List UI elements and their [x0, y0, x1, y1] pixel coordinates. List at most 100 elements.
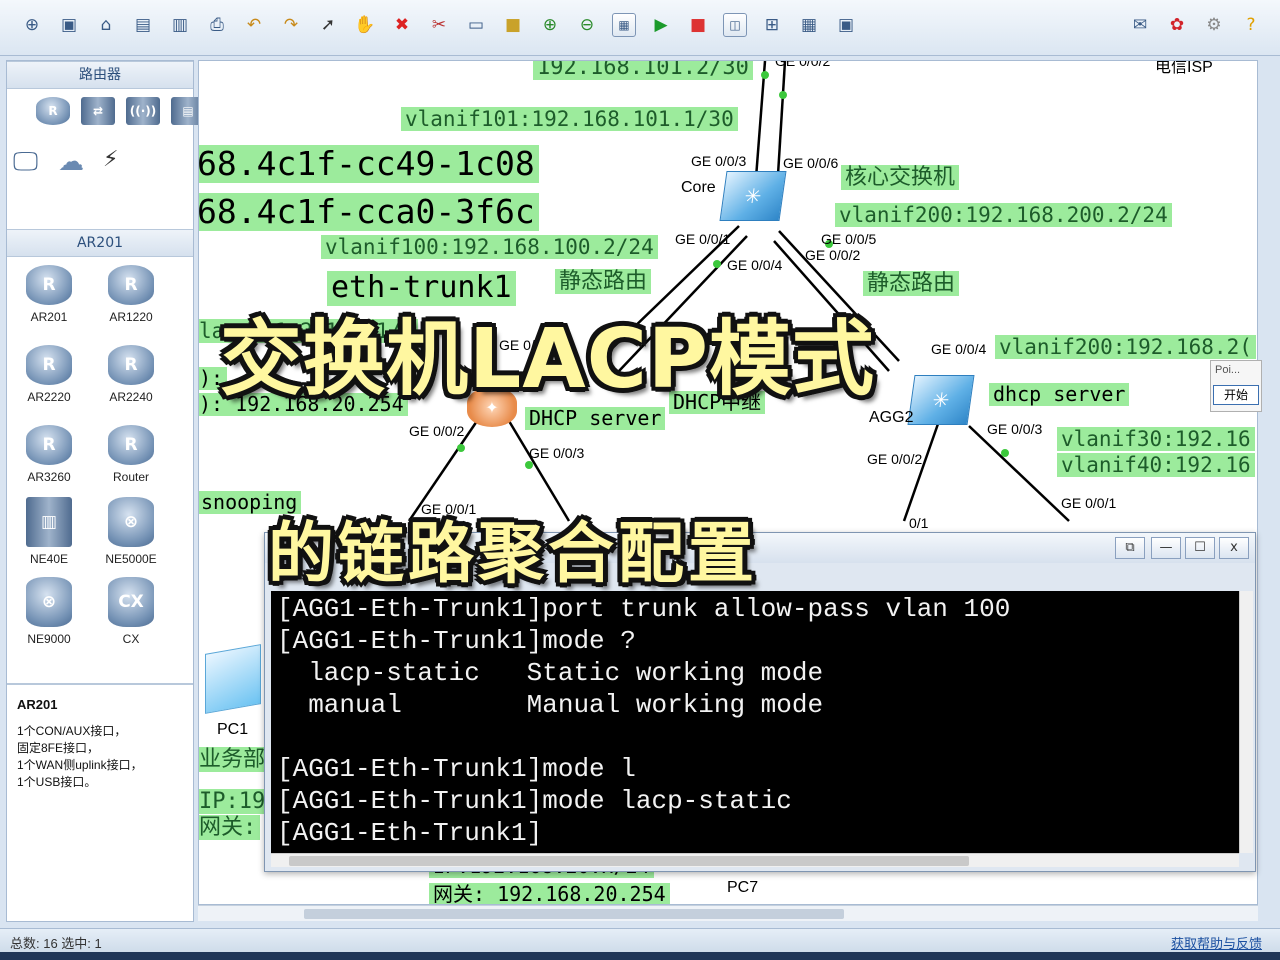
capture-icon[interactable]: ◫ — [723, 13, 747, 37]
device-ne9000[interactable]: ⊗ NE9000 — [9, 577, 89, 646]
redo-icon[interactable]: ↷ — [279, 13, 303, 37]
terminal-line: [AGG1-Eth-Trunk1]mode lacp-static — [277, 786, 792, 816]
device-ar3260[interactable]: R AR3260 — [9, 425, 89, 484]
description-line: 1个WAN侧uplink接口， — [17, 758, 143, 772]
maximize-button[interactable]: ☐ — [1185, 537, 1215, 559]
grid-icon[interactable]: ⊞ — [760, 13, 784, 37]
mac-label-1: 68.4c1f-cc49-1c08 — [199, 145, 539, 183]
huawei-logo-icon[interactable]: ✿ — [1165, 13, 1189, 37]
static-route-left: 静态路由 — [555, 269, 652, 295]
chassis-icon: ▥ — [26, 497, 72, 547]
device-label: AR2240 — [109, 390, 153, 404]
open-icon[interactable]: ⌂ — [94, 13, 118, 37]
help-icon[interactable]: ? — [1239, 13, 1263, 37]
pc-category-icon[interactable]: 🖵 — [13, 147, 49, 179]
wireless-category-icon[interactable]: ((·)) — [103, 97, 160, 129]
rectangle-icon[interactable]: ■ — [501, 13, 525, 37]
terminal-output[interactable]: [AGG1-Eth-Trunk1]port trunk allow-pass v… — [271, 591, 1239, 853]
description-line: 固定8FE接口， — [17, 741, 100, 755]
core-node-label: Core — [681, 179, 716, 196]
router-category-header[interactable]: 路由器 — [7, 61, 193, 89]
restore-window-button[interactable]: ⧉ — [1115, 537, 1145, 559]
zoom-in-icon[interactable]: ⊕ — [538, 13, 562, 37]
device-label: AR3260 — [27, 470, 71, 484]
router-icon: R — [108, 425, 154, 465]
terminal-line: [AGG1-Eth-Trunk1] — [277, 818, 543, 848]
new-icon[interactable]: ▣ — [57, 13, 81, 37]
device-label: AR2220 — [27, 390, 71, 404]
chat-icon[interactable]: ✉ — [1128, 13, 1152, 37]
poi-start-button[interactable]: 开始 — [1213, 385, 1259, 405]
zoom-out-icon[interactable]: ⊖ — [575, 13, 599, 37]
delete-icon[interactable]: ✖ — [390, 13, 414, 37]
device-router[interactable]: R Router — [91, 425, 171, 484]
pc7-node-label: PC7 — [727, 879, 759, 896]
select-icon[interactable]: ➚ — [316, 13, 340, 37]
terminal-line: [AGG1-Eth-Trunk1]mode l — [277, 754, 636, 784]
isp-node-label: 电信ISP — [1155, 60, 1213, 76]
pc1-device[interactable] — [205, 644, 261, 714]
vlanif200-core-label: vlanif200:192.168.200.2/24 — [835, 203, 1172, 228]
mac-label-2: 68.4c1f-cca0-3f6c — [199, 193, 539, 231]
print-icon[interactable]: ⎙ — [205, 13, 229, 37]
minimize-button[interactable]: — — [1151, 537, 1181, 559]
static-route-right: 静态路由 — [863, 271, 960, 297]
device-ar201[interactable]: R AR201 — [9, 265, 89, 324]
pan-hand-icon[interactable]: ✋ — [353, 13, 377, 37]
switch-category-icon[interactable]: ⇄ — [58, 97, 115, 129]
device-label: CX — [122, 632, 140, 646]
core-switch-device[interactable]: ✳ — [719, 171, 787, 221]
device-label: AR1220 — [109, 310, 153, 324]
poi-title: Poi... — [1215, 364, 1241, 376]
series-header[interactable]: AR201 — [7, 229, 193, 257]
agg2-node-label: AGG2 — [869, 409, 914, 426]
port-label: GE 0/0/3 — [987, 421, 1043, 437]
text-note-icon[interactable]: ▭ — [464, 13, 488, 37]
settings-gear-icon[interactable]: ⚙ — [1202, 13, 1226, 37]
undo-icon[interactable]: ↶ — [242, 13, 266, 37]
port-label: GE 0/0/2 — [775, 60, 831, 69]
vlanif101-label: vlanif101:192.168.101.1/30 — [401, 107, 738, 132]
save-icon[interactable]: ▤ — [131, 13, 155, 37]
save-as-icon[interactable]: ▥ — [168, 13, 192, 37]
delete-link-icon[interactable]: ✂ — [427, 13, 451, 37]
power-category-icon[interactable]: ⚡ — [103, 147, 139, 179]
terminal-line: lacp-static Static working mode — [277, 658, 824, 688]
device-label: NE5000E — [105, 552, 157, 566]
new-topology-icon[interactable]: ⊕ — [20, 13, 44, 37]
topology-icon[interactable]: ▦ — [612, 13, 636, 37]
close-button[interactable]: x — [1219, 537, 1249, 559]
vlanif100-label: vlanif100:192.168.100.2/24 — [321, 235, 658, 260]
table-icon[interactable]: ▦ — [797, 13, 821, 37]
device-label: NE40E — [29, 552, 69, 566]
router-category-icon[interactable]: R — [13, 97, 70, 129]
device-ne5000e[interactable]: ⊗ NE5000E — [91, 497, 171, 566]
help-feedback-link[interactable]: 获取帮助与反馈 — [1171, 933, 1262, 952]
console-icon[interactable]: ▣ — [834, 13, 858, 37]
port-label: GE 0/0/3 — [529, 445, 585, 461]
vlanif40-label: vlanif40:192.16 — [1057, 453, 1255, 478]
device-ar1220[interactable]: R AR1220 — [91, 265, 171, 324]
device-cx[interactable]: CX CX — [91, 577, 171, 646]
gateway-short-label: 网关: — [199, 815, 261, 841]
firewall-category-icon[interactable]: ▤ — [148, 97, 205, 129]
agg2-switch-device[interactable]: ✳ — [907, 375, 975, 425]
overlay-title-line-2: 的链路聚合配置 — [268, 515, 758, 592]
canvas-horizontal-scrollbar[interactable] — [198, 905, 1258, 921]
terminal-vertical-scrollbar[interactable] — [1239, 591, 1253, 853]
device-ar2240[interactable]: R AR2240 — [91, 345, 171, 404]
device-ar2220[interactable]: R AR2220 — [9, 345, 89, 404]
terminal-horizontal-scrollbar[interactable] — [271, 853, 1239, 867]
stop-icon[interactable]: ■ — [686, 13, 710, 37]
cloud-category-icon[interactable]: ☁ — [58, 147, 94, 179]
bottom-gateway-label: 网关: 192.168.20.254 — [429, 883, 670, 904]
core-switch-label: 核心交换机 — [841, 165, 960, 191]
port-label: GE 0/0/2 — [805, 247, 861, 263]
port-label: GE 0/0/2 — [409, 423, 465, 439]
router-icon: R — [108, 265, 154, 305]
device-ne40e[interactable]: ▥ NE40E — [9, 497, 89, 566]
start-icon[interactable]: ▶ — [649, 13, 673, 37]
ip-19-label: IP:19 — [199, 789, 270, 815]
device-label: NE9000 — [27, 632, 71, 646]
